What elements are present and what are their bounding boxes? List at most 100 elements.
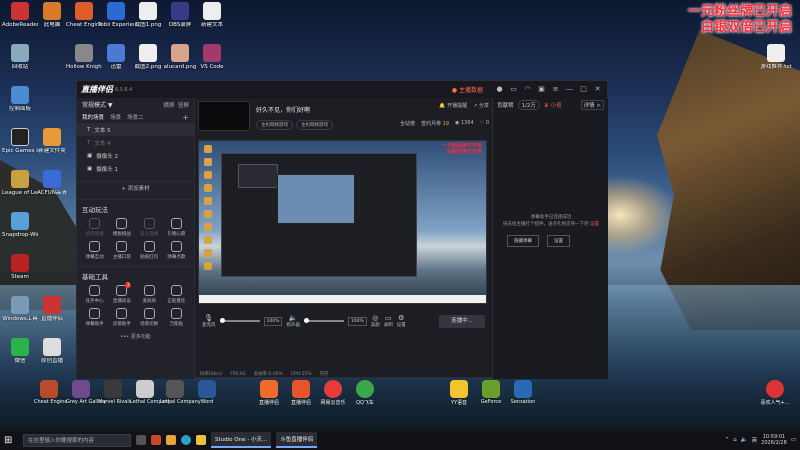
desktop-icon[interactable]: Sensation (508, 380, 538, 405)
record-button[interactable]: ▭ 录制 (384, 314, 393, 328)
desktop-icon[interactable]: 回收站 (2, 44, 38, 70)
desktop-icon[interactable]: alucard.png (162, 44, 198, 70)
taskbar-search-input[interactable]: 在这里输入你要搜索的内容 (23, 433, 131, 447)
headset-icon[interactable]: ◠ (522, 85, 533, 95)
source-item[interactable]: T 文本 4 (77, 136, 194, 149)
hide-danmaku-button[interactable]: 隐藏弹幕 (507, 235, 539, 247)
tool-item[interactable]: 场景切换 (136, 308, 163, 327)
app-icon[interactable] (151, 435, 161, 445)
edge-icon[interactable] (181, 435, 191, 445)
beauty-button[interactable]: ◎ 美颜 (371, 314, 380, 328)
folder-icon[interactable] (196, 435, 206, 445)
desktop-icon[interactable]: 直播伴侣 (34, 296, 70, 322)
gift-icon[interactable]: ▣ (536, 85, 547, 95)
danmaku-settings-button[interactable]: 设置 (547, 235, 570, 247)
fan-count[interactable]: 1/2万 (517, 99, 540, 110)
desktop-icon[interactable]: Marvel Rivals (98, 380, 131, 405)
desktop-icon[interactable]: 微信 (2, 338, 38, 364)
tab-scene-1[interactable]: 场景 (110, 113, 121, 121)
go-live-button[interactable]: 连播中... (439, 314, 485, 328)
settings-button[interactable]: ⚙ 设置 (397, 314, 406, 328)
interact-item[interactable]: 弹幕点歌 (163, 241, 190, 260)
source-item[interactable]: ▣ 摄像头 1 (77, 162, 194, 175)
desktop-icon[interactable]: Grey Art Gallery (66, 380, 106, 405)
room-tag[interactable]: 主机网络游戏 (296, 120, 333, 130)
desktop-icon[interactable]: 喜欢人气+... (760, 380, 790, 406)
desktop-icon[interactable]: Epic Games Launcher (2, 128, 38, 154)
desktop-icon[interactable]: QQ飞车 (350, 380, 380, 406)
speaker-volume-value[interactable]: 100% (347, 316, 367, 326)
live-reminder-button[interactable]: 🔔 开播提醒 (439, 102, 467, 109)
room-title[interactable]: 好久不见，你们好啊 (256, 105, 310, 114)
interact-item[interactable]: 主播口袋 (108, 241, 135, 260)
network-icon[interactable]: ⌂ (733, 437, 737, 443)
source-item[interactable]: ▣ 摄像头 2 (77, 149, 194, 162)
tab-contribution[interactable]: 贡献榜 (497, 101, 514, 109)
volume-icon[interactable]: 🔈 (741, 437, 748, 443)
interact-item[interactable]: 多人连线 (136, 218, 163, 237)
desktop-icon[interactable]: Windows工具 (2, 296, 38, 322)
room-tag[interactable]: 主机网络游戏 (256, 120, 293, 130)
desktop-icon[interactable]: 截图2.png (130, 44, 166, 70)
settings-link[interactable]: 设置 (590, 222, 599, 227)
rank-badge[interactable]: 全站榜 (400, 120, 415, 127)
taskbar-item-live-companion[interactable]: 斗鱼直播伴侣 (276, 432, 318, 448)
desktop-icon[interactable]: Word (192, 380, 222, 405)
desktop-icon[interactable]: ACFUN高清 (34, 170, 70, 196)
mic-volume-value[interactable]: 100% (263, 316, 283, 326)
detail-button[interactable]: 详情 > (580, 99, 604, 110)
source-item[interactable]: T 文本 5 (77, 123, 194, 136)
message-icon[interactable]: ▭ (508, 85, 519, 95)
desktop-icon[interactable]: OBS录屏 (162, 2, 198, 28)
notification-icon[interactable]: ▭ (791, 437, 796, 443)
desktop-icon[interactable]: Hollow Knight (66, 44, 102, 70)
contract-ticket[interactable]: 签约月券 19 (421, 120, 449, 127)
desktop-icon[interactable]: 截图1.png (130, 2, 166, 28)
tab-my-scene[interactable]: 我的场景 (82, 113, 104, 121)
close-icon[interactable]: ✕ (592, 85, 603, 95)
desktop-icon[interactable]: Cheat Engine (66, 2, 102, 28)
desktop-icon[interactable]: Steam (2, 254, 38, 280)
task-view-icon[interactable] (136, 435, 146, 445)
mode-selector[interactable]: 常规模式 ▼ 横屏 竖屏 (77, 98, 194, 111)
desktop-icon[interactable]: Snapdrop-Win 64 (2, 212, 38, 238)
maximize-icon[interactable]: □ (578, 85, 589, 95)
desktop-icon[interactable]: 直播伴侣 (254, 380, 284, 406)
desktop-icon[interactable]: AdobeReader (2, 2, 38, 28)
desktop-icon[interactable]: Cheat Engine (34, 380, 68, 405)
desktop-icon[interactable]: 网易云音乐 (318, 380, 348, 406)
tool-item[interactable]: 万能贴 (163, 308, 190, 327)
desktop-icon[interactable]: Lethal Company (130, 380, 171, 405)
desktop-icon[interactable]: GeForce (476, 380, 506, 405)
desktop-icon[interactable]: VS Code (194, 44, 230, 70)
windows-start-icon[interactable]: ⊞ (4, 435, 18, 446)
interact-item[interactable]: 贴纸红包 (136, 241, 163, 260)
tool-item[interactable]: 道具商 (136, 285, 163, 304)
avatar[interactable]: ● (494, 85, 505, 95)
share-button[interactable]: ↗ 分享 (473, 102, 489, 109)
interact-item[interactable]: 模板挑战 (108, 218, 135, 237)
ime-indicator[interactable]: 英 (752, 436, 758, 444)
vip-badge[interactable]: ♛ 小夜 (544, 101, 562, 109)
desktop-icon[interactable]: 此电脑 (34, 2, 70, 28)
mic-control[interactable]: 🎙 麦克风 (202, 314, 216, 328)
desktop-icon[interactable]: 游戏推荐.txt (758, 44, 794, 70)
interact-item[interactable]: 礼物心愿 (163, 218, 190, 237)
desktop-icon[interactable]: 原创直播 (34, 338, 70, 364)
desktop-icon[interactable]: 新建文本 (194, 2, 230, 28)
tool-item[interactable]: 正能量任 (163, 285, 190, 304)
interact-item[interactable]: 语音连线 (81, 218, 108, 237)
tool-item[interactable]: 弹幕助手 (81, 308, 108, 327)
tool-item[interactable]: 房管助手 (108, 308, 135, 327)
add-scene-icon[interactable]: + (182, 113, 189, 122)
stream-preview[interactable]: 一元粉丝牌已开启 白银双倍已开启 (198, 140, 487, 304)
desktop-icon[interactable]: Tobii Experience (98, 2, 134, 28)
tool-item[interactable]: 任务中心 (81, 285, 108, 304)
clock[interactable]: 10:59:01 2026/2/28 (761, 434, 787, 446)
desktop-icon[interactable]: League of Legends (2, 170, 38, 196)
tray-arrow-icon[interactable]: ⌃ (725, 437, 730, 443)
tool-item[interactable]: 1 直播间设 (108, 282, 135, 304)
minimize-icon[interactable]: — (564, 85, 575, 95)
add-source-button[interactable]: + 添加素材 (77, 181, 194, 195)
desktop-icon[interactable]: 新建文件夹 (34, 128, 70, 154)
